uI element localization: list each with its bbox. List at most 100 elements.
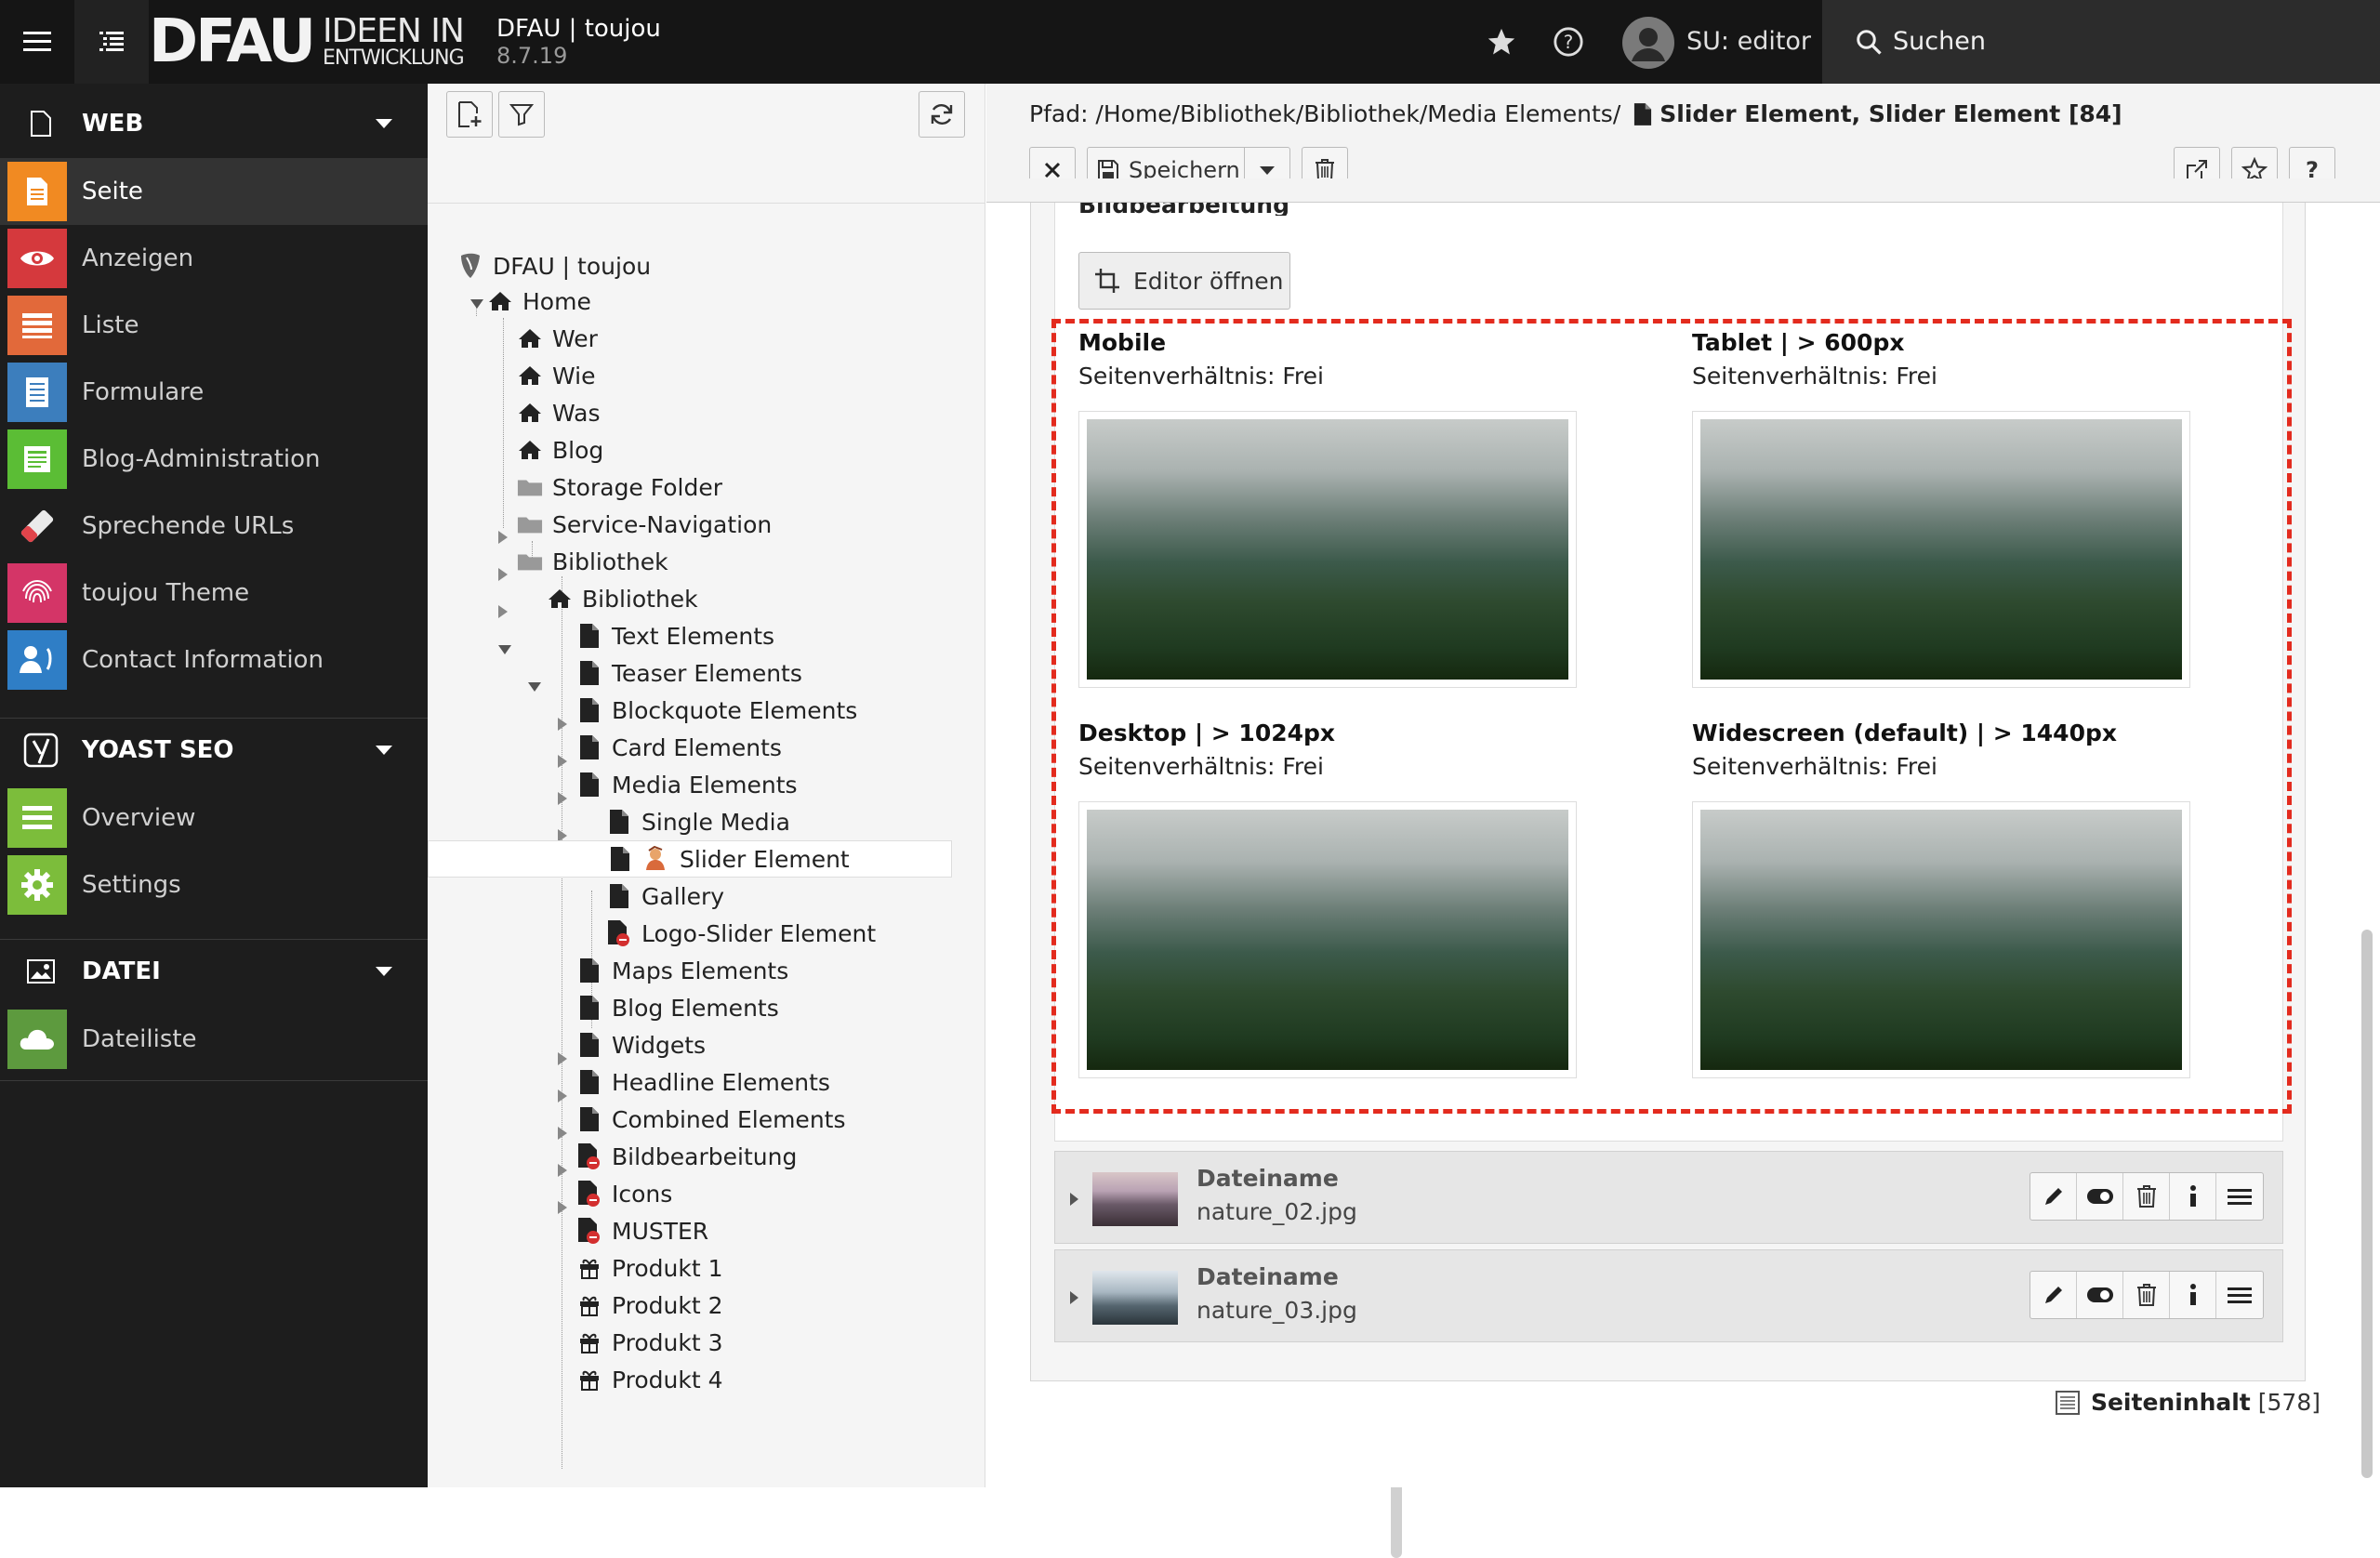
tree-node[interactable]: Teaser Elements xyxy=(576,656,802,690)
home-icon xyxy=(517,362,543,390)
chevron-right-icon[interactable] xyxy=(1070,1291,1078,1304)
tree-node[interactable]: Combined Elements xyxy=(576,1102,846,1136)
tree-node[interactable]: Produkt 1 xyxy=(576,1251,723,1285)
module-yoast-settings[interactable]: Settings xyxy=(0,852,428,918)
module-seite[interactable]: Seite xyxy=(0,158,428,225)
module-settings-label: Settings xyxy=(82,871,181,899)
tree-root[interactable]: DFAU | toujou xyxy=(457,249,651,283)
tree-node-label: Icons xyxy=(612,1180,673,1208)
logo[interactable]: DFAU IDEEN IN ENTWICKLUNG xyxy=(149,0,465,84)
tree-toggle-collapsed[interactable] xyxy=(558,792,567,805)
group-datei[interactable]: DATEI xyxy=(0,939,428,1004)
group-web[interactable]: WEB xyxy=(0,91,428,156)
filter-button[interactable] xyxy=(498,91,545,138)
tree-node[interactable]: Bibliothek xyxy=(517,545,668,578)
module-liste[interactable]: Liste xyxy=(0,292,428,359)
chevron-right-icon[interactable] xyxy=(1070,1193,1078,1206)
crop-thumbnail-widescreen[interactable] xyxy=(1692,801,2190,1078)
chevron-down-icon xyxy=(376,967,392,976)
module-toujou-theme[interactable]: toujou Theme xyxy=(0,560,428,627)
tree-toggle-collapsed[interactable] xyxy=(558,1127,567,1140)
hidden-page-icon xyxy=(576,1142,602,1170)
crop-thumbnail-tablet[interactable] xyxy=(1692,411,2190,688)
tree-toggle-expanded[interactable] xyxy=(528,682,541,692)
hidden-page-icon xyxy=(576,1217,602,1245)
search-label[interactable]: Suchen xyxy=(1893,27,1986,56)
tree-node[interactable]: Wer xyxy=(517,322,598,355)
tree-node[interactable]: Widgets xyxy=(576,1028,706,1062)
tree-node[interactable]: Blog Elements xyxy=(576,991,779,1024)
tree-toggle-collapsed[interactable] xyxy=(558,1089,567,1102)
module-blog-administration[interactable]: Blog-Administration xyxy=(0,426,428,493)
tree-node-label: Produkt 1 xyxy=(612,1254,723,1282)
group-yoast-seo[interactable]: YOAST SEO xyxy=(0,718,428,783)
edit-button[interactable] xyxy=(2030,1272,2077,1318)
tree-node[interactable]: Produkt 4 xyxy=(576,1363,723,1396)
tree-node[interactable]: Card Elements xyxy=(576,731,782,764)
tree-node[interactable]: Blockquote Elements xyxy=(576,693,857,727)
file-name: nature_03.jpg xyxy=(1197,1297,1357,1324)
menu-toggle-icon[interactable] xyxy=(0,0,74,84)
tree-node[interactable]: MUSTER xyxy=(576,1214,708,1248)
open-editor-button[interactable]: Editor öffnen xyxy=(1078,252,1290,310)
tree-toggle-collapsed[interactable] xyxy=(498,568,508,581)
info-button[interactable] xyxy=(2170,1173,2216,1220)
avatar[interactable] xyxy=(1622,17,1674,69)
tree-node[interactable]: Gallery xyxy=(606,879,724,913)
module-contact-information[interactable]: Contact Information xyxy=(0,627,428,693)
info-button[interactable] xyxy=(2170,1272,2216,1318)
tree-toggle-collapsed[interactable] xyxy=(558,718,567,731)
tree-toggle-expanded[interactable] xyxy=(498,645,511,654)
tree-node[interactable]: Blog xyxy=(517,433,603,467)
tree-node[interactable]: Service-Navigation xyxy=(517,508,772,541)
edit-button[interactable] xyxy=(2030,1173,2077,1220)
tree-node[interactable]: Media Elements xyxy=(576,768,798,801)
tree-toggle-expanded[interactable] xyxy=(470,299,483,309)
crop-thumbnail-mobile[interactable] xyxy=(1078,411,1577,688)
tree-node-selected[interactable]: Slider Element xyxy=(428,840,952,878)
tree-node[interactable]: Headline Elements xyxy=(576,1065,830,1099)
module-sprechende-urls[interactable]: Sprechende URLs xyxy=(0,493,428,560)
module-dateiliste[interactable]: Dateiliste xyxy=(0,1006,428,1073)
delete-file-button[interactable] xyxy=(2123,1272,2170,1318)
tree-node[interactable]: Bibliothek xyxy=(547,582,698,615)
tree-node[interactable]: Produkt 3 xyxy=(576,1326,723,1359)
tree-node[interactable]: Single Media xyxy=(606,805,790,838)
tree-node[interactable]: Was xyxy=(517,396,600,429)
drag-handle[interactable] xyxy=(2216,1173,2263,1220)
user-label[interactable]: SU: editor xyxy=(1686,27,1811,56)
tree-node[interactable]: Logo-Slider Element xyxy=(606,917,876,950)
tree-node[interactable]: Storage Folder xyxy=(517,470,722,504)
module-anzeigen[interactable]: Anzeigen xyxy=(0,225,428,292)
tree-toggle-collapsed[interactable] xyxy=(558,1052,567,1065)
file-reference-row[interactable]: Dateiname nature_03.jpg xyxy=(1054,1249,2283,1342)
drag-handle[interactable] xyxy=(2216,1272,2263,1318)
module-yoast-overview[interactable]: Overview xyxy=(0,785,428,852)
tree-node[interactable]: Wie xyxy=(517,359,596,392)
crop-thumbnail-desktop[interactable] xyxy=(1078,801,1577,1078)
tree-node[interactable]: Icons xyxy=(576,1177,672,1210)
tree-node[interactable]: Text Elements xyxy=(576,619,774,653)
tree-node[interactable]: Produkt 2 xyxy=(576,1288,723,1322)
tree-toggle-icon[interactable] xyxy=(74,0,149,84)
tree-node[interactable]: Bildbearbeitung xyxy=(576,1140,797,1173)
toggle-visibility-button[interactable] xyxy=(2077,1173,2123,1220)
tree-node[interactable]: Maps Elements xyxy=(576,954,788,987)
content-scrollbar[interactable] xyxy=(2361,930,2373,1478)
tree-node[interactable]: Home xyxy=(487,284,591,318)
tree-toggle-collapsed[interactable] xyxy=(558,755,567,768)
group-yoast-label: YOAST SEO xyxy=(82,736,234,764)
tree-toggle-collapsed[interactable] xyxy=(498,605,508,618)
delete-file-button[interactable] xyxy=(2123,1173,2170,1220)
bookmark-star-icon[interactable] xyxy=(1478,0,1525,84)
tree-toggle-collapsed[interactable] xyxy=(558,1201,567,1214)
file-reference-row[interactable]: Dateiname nature_02.jpg xyxy=(1054,1151,2283,1244)
tree-toggle-collapsed[interactable] xyxy=(498,531,508,544)
refresh-button[interactable] xyxy=(919,91,965,138)
toggle-visibility-button[interactable] xyxy=(2077,1272,2123,1318)
module-formulare[interactable]: Formulare xyxy=(0,359,428,426)
help-icon[interactable]: ? xyxy=(1545,0,1592,84)
new-page-button[interactable] xyxy=(446,91,493,138)
search-icon xyxy=(1850,0,1887,84)
tree-toggle-collapsed[interactable] xyxy=(558,1164,567,1177)
